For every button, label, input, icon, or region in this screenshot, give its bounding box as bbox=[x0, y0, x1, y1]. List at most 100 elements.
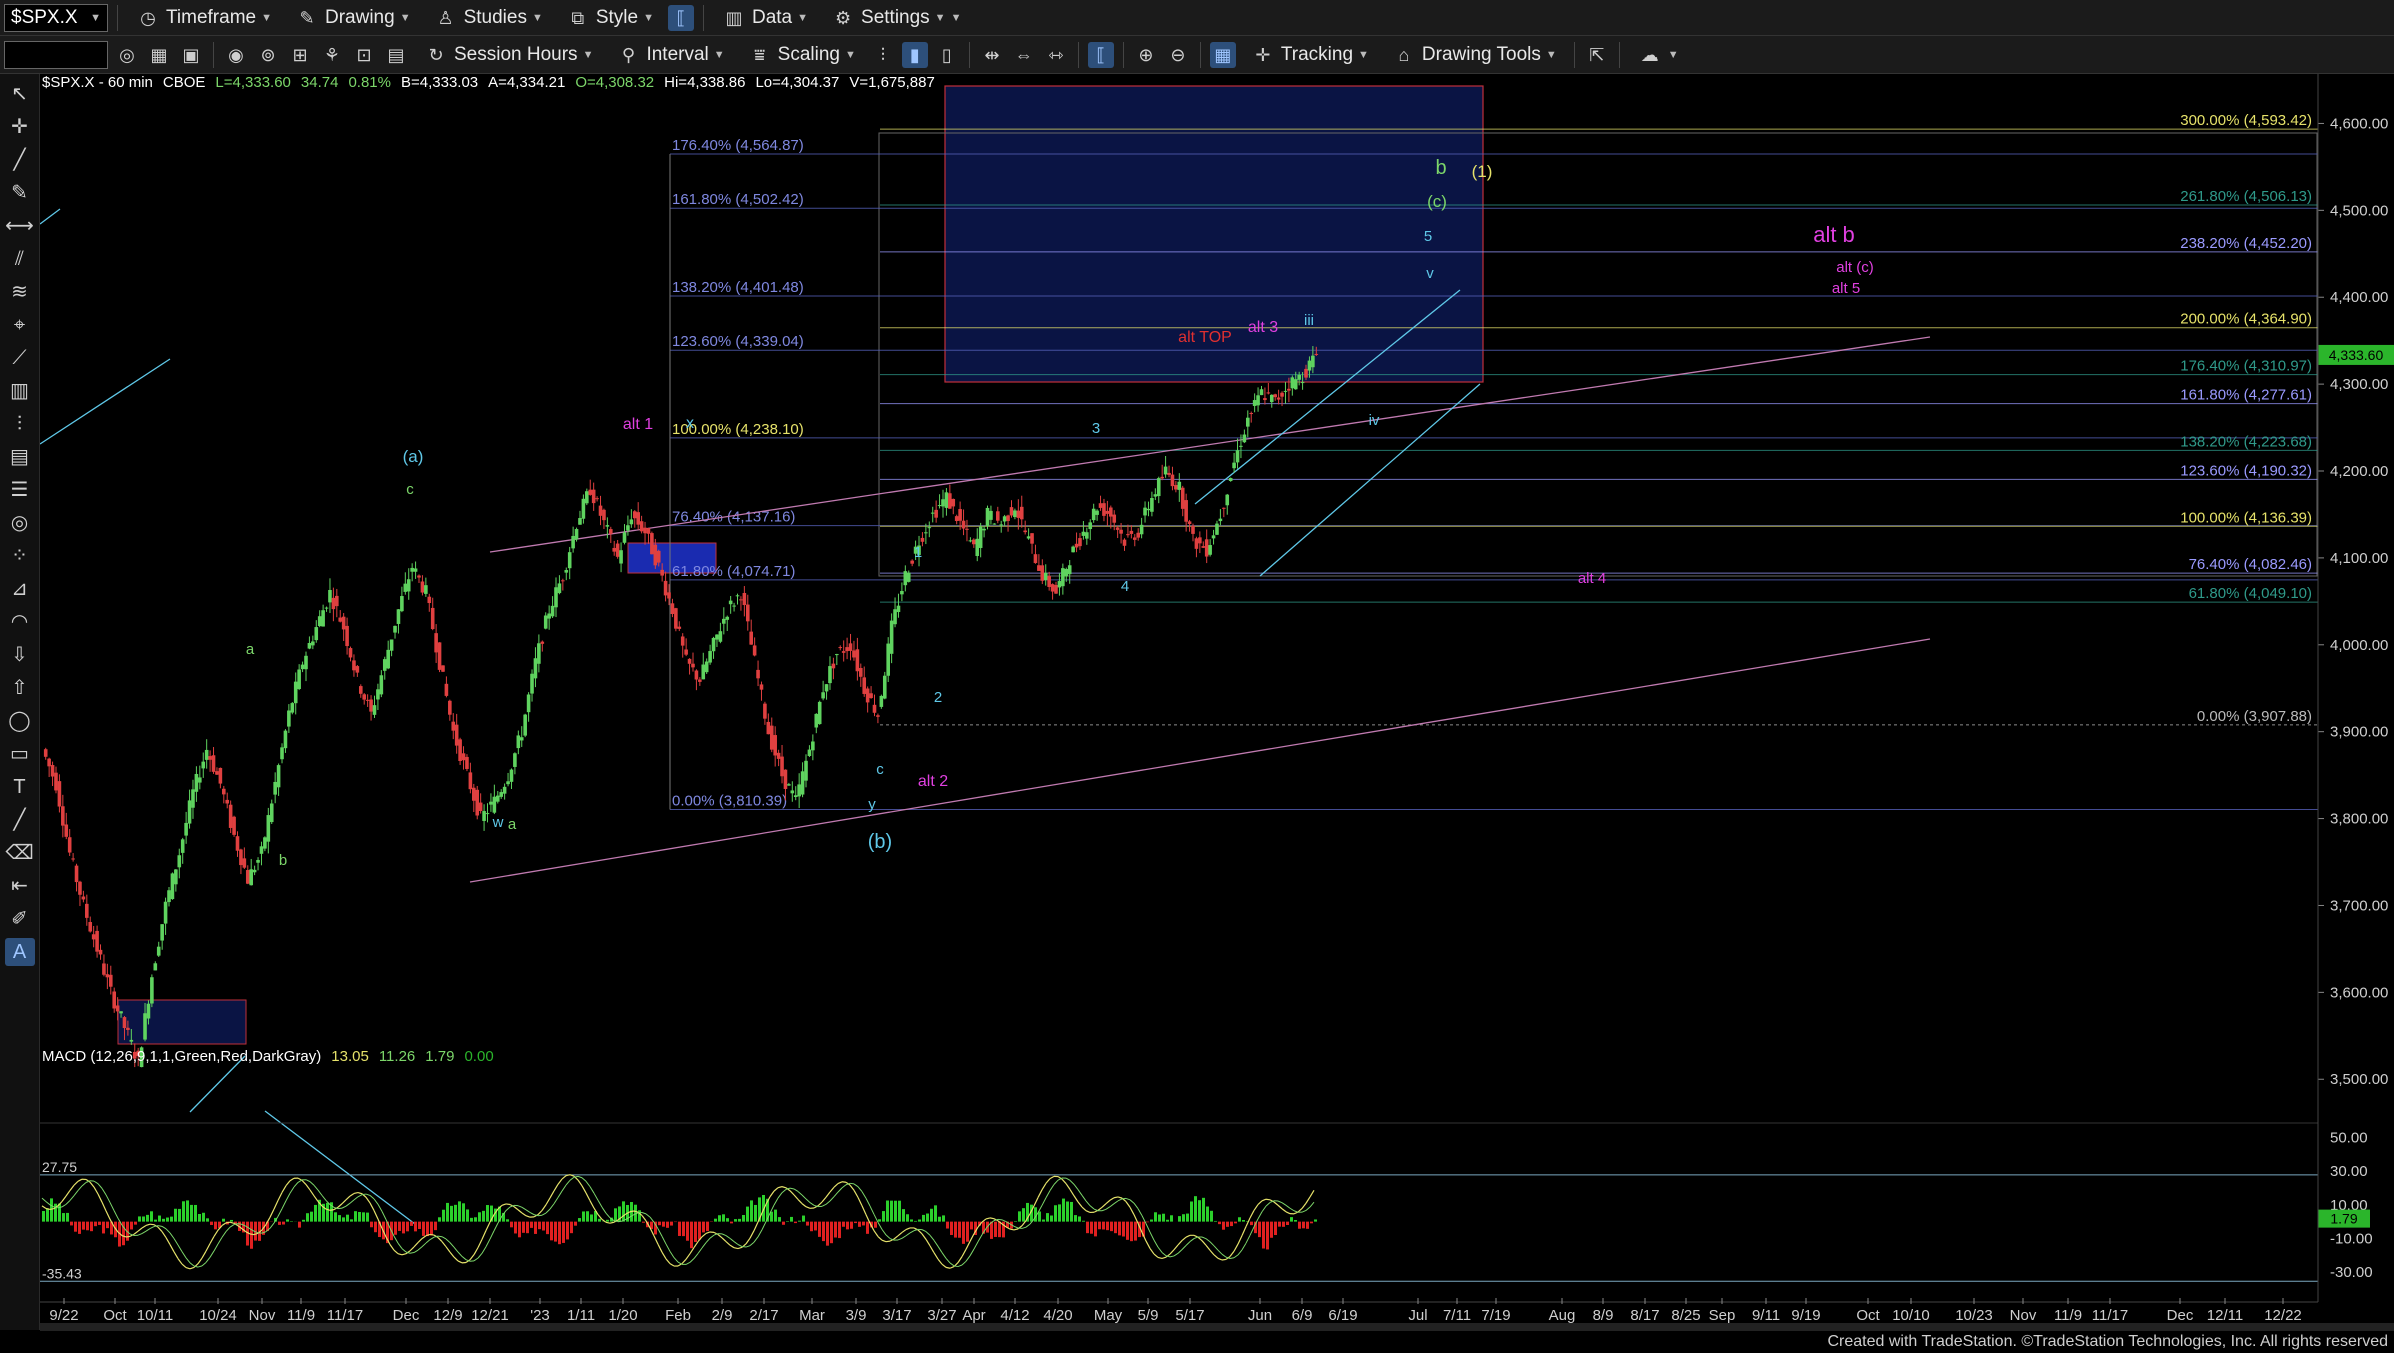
lock-icon[interactable]: ⊡ bbox=[351, 42, 377, 68]
grid2-icon[interactable]: ⊞ bbox=[287, 42, 313, 68]
range-icon[interactable]: ⇤ bbox=[5, 872, 35, 900]
style-menu[interactable]: ⧉ Style ▼ bbox=[557, 2, 662, 34]
candle-body bbox=[1249, 413, 1254, 415]
candle-body bbox=[663, 580, 668, 596]
arc-icon[interactable]: ◠ bbox=[5, 608, 35, 636]
line-tool-icon[interactable]: ╱ bbox=[5, 806, 35, 834]
macd-line-segment bbox=[1097, 1206, 1103, 1211]
arrow-down-icon[interactable]: ⇩ bbox=[5, 641, 35, 669]
fib-retrace-icon[interactable]: ▥ bbox=[5, 377, 35, 405]
wave-label: alt 2 bbox=[918, 773, 948, 790]
drawing-menu[interactable]: ✎ Drawing ▼ bbox=[286, 2, 419, 34]
macd-histogram-bar bbox=[206, 1218, 209, 1222]
macd-signal-segment bbox=[721, 1233, 727, 1237]
scaling-menu[interactable]: ⩸ Scaling ▼ bbox=[739, 39, 864, 71]
expand-icon[interactable]: ⇿ bbox=[1043, 42, 1069, 68]
tracking-menu[interactable]: ✛ Tracking ▼ bbox=[1242, 39, 1377, 71]
macd-signal-segment bbox=[1081, 1195, 1087, 1202]
studies-menu[interactable]: ♙ Studies ▼ bbox=[425, 2, 551, 34]
interval-box[interactable] bbox=[4, 40, 108, 69]
text-icon[interactable]: T bbox=[5, 773, 35, 801]
macd-line-segment bbox=[653, 1235, 659, 1245]
candle-body bbox=[619, 550, 623, 564]
data-grid-icon[interactable]: ▦ bbox=[1209, 41, 1236, 68]
trendline-icon[interactable]: ╱ bbox=[5, 146, 35, 174]
macd-signal-segment bbox=[369, 1195, 375, 1200]
drawing-tools-menu[interactable]: ⌂ Drawing Tools ▼ bbox=[1383, 39, 1565, 71]
macd-signal-segment bbox=[1245, 1235, 1251, 1244]
timeframe-menu[interactable]: ◷ Timeframe ▼ bbox=[127, 2, 280, 34]
candle-body bbox=[263, 837, 267, 849]
candle-body bbox=[602, 509, 606, 521]
fib-levels-icon[interactable]: ☰ bbox=[5, 476, 35, 504]
macd-histogram-bar bbox=[890, 1200, 893, 1222]
session-hours-menu[interactable]: ↻ Session Hours ▼ bbox=[415, 39, 601, 71]
bar-type-icon[interactable]: ⫶ bbox=[870, 42, 896, 68]
export-icon[interactable]: ⇱ bbox=[1584, 42, 1610, 68]
link-chart-icon[interactable]: ⟦ bbox=[1087, 41, 1114, 68]
horizontal-scrollbar[interactable] bbox=[40, 1323, 2394, 1331]
cloud-menu[interactable]: ☁ ▼ bbox=[1629, 39, 1687, 71]
gann-icon[interactable]: ⌖ bbox=[5, 311, 35, 339]
candle-body bbox=[828, 666, 832, 684]
ray-icon[interactable]: ⟷ bbox=[5, 212, 35, 240]
zoom-out-bars-icon[interactable]: ⇹ bbox=[979, 42, 1005, 68]
zoom-out-icon[interactable]: ⊖ bbox=[1165, 42, 1191, 68]
macd-signal-segment bbox=[1133, 1202, 1139, 1209]
time-axis-label: 3/27 bbox=[927, 1307, 956, 1324]
target-icon[interactable]: ◉ bbox=[223, 42, 249, 68]
highlighter-icon[interactable]: ✐ bbox=[5, 905, 35, 933]
macd-histogram-bar bbox=[1234, 1221, 1237, 1224]
macd-histogram-bar bbox=[858, 1221, 861, 1227]
fib-time-icon[interactable]: ▤ bbox=[5, 443, 35, 471]
compress-icon[interactable]: ⇔ bbox=[1011, 42, 1037, 68]
ellipse-icon[interactable]: ◯ bbox=[5, 707, 35, 735]
tree-icon[interactable]: ⚘ bbox=[319, 42, 345, 68]
regression-icon[interactable]: ⊿ bbox=[5, 575, 35, 603]
wave-label: (c) bbox=[1427, 192, 1447, 211]
interval-menu[interactable]: ⚲ Interval ▼ bbox=[607, 39, 732, 71]
macd-signal-segment bbox=[793, 1188, 799, 1192]
hollow-candle-icon[interactable]: ▯ bbox=[934, 42, 960, 68]
rectangle-icon[interactable]: ▭ bbox=[5, 740, 35, 768]
macd-histogram-bar bbox=[326, 1202, 329, 1222]
zoom-in-icon[interactable]: ⊕ bbox=[1133, 42, 1159, 68]
data-menu[interactable]: ▥ Data ▼ bbox=[713, 2, 816, 34]
pencil-icon[interactable]: ✎ bbox=[5, 179, 35, 207]
macd-signal-segment bbox=[161, 1225, 167, 1230]
eraser-icon[interactable]: ⌫ bbox=[5, 839, 35, 867]
fib-circle-icon[interactable]: ◎ bbox=[5, 509, 35, 537]
macd-histogram-bar bbox=[562, 1221, 565, 1243]
arrow-up-icon[interactable]: ⇧ bbox=[5, 674, 35, 702]
pointer-icon[interactable]: ↖ bbox=[5, 80, 35, 108]
candle-body bbox=[1016, 510, 1021, 518]
candle-icon[interactable]: ▮ bbox=[901, 41, 928, 68]
chart-link-icon[interactable]: ⟦ bbox=[667, 4, 694, 31]
dots-icon[interactable]: ⁘ bbox=[5, 542, 35, 570]
macd-signal-segment bbox=[833, 1191, 839, 1198]
refresh-icon[interactable]: ◎ bbox=[114, 42, 140, 68]
speed-line-icon[interactable]: ⟋ bbox=[5, 344, 35, 372]
header-high: Hi=4,338.86 bbox=[664, 74, 746, 91]
fib-extension-icon[interactable]: ⫶ bbox=[5, 410, 35, 438]
time-axis-label: 6/9 bbox=[1292, 1307, 1313, 1324]
time-axis-label: 10/24 bbox=[199, 1307, 237, 1324]
symbol-input[interactable]: $SPX.X ▼ bbox=[4, 3, 108, 32]
macd-histogram-bar bbox=[1038, 1211, 1041, 1222]
interval-label: Interval bbox=[646, 43, 709, 65]
parallel-icon[interactable]: ≋ bbox=[5, 278, 35, 306]
spiral-icon[interactable]: ⊚ bbox=[255, 42, 281, 68]
macd-signal-segment bbox=[725, 1235, 731, 1239]
text-label-icon[interactable]: A bbox=[4, 938, 35, 966]
grid-icon[interactable]: ▦ bbox=[146, 42, 172, 68]
calendar-icon[interactable]: ▤ bbox=[383, 42, 409, 68]
wave-label: 4 bbox=[1121, 578, 1129, 595]
channel-icon[interactable]: ⫽ bbox=[5, 245, 35, 273]
window-icon[interactable]: ▣ bbox=[178, 42, 204, 68]
crosshair-icon[interactable]: ✛ bbox=[5, 113, 35, 141]
settings-menu[interactable]: ⚙ Settings ▼ ▼ bbox=[822, 2, 969, 34]
price-chart[interactable]: 176.40% (4,564.87) 161.80% (4,502.42) 138.… bbox=[0, 74, 2394, 1330]
macd-line-segment bbox=[1065, 1183, 1071, 1190]
macd-line-segment bbox=[1265, 1198, 1271, 1201]
candle-body bbox=[821, 692, 825, 699]
